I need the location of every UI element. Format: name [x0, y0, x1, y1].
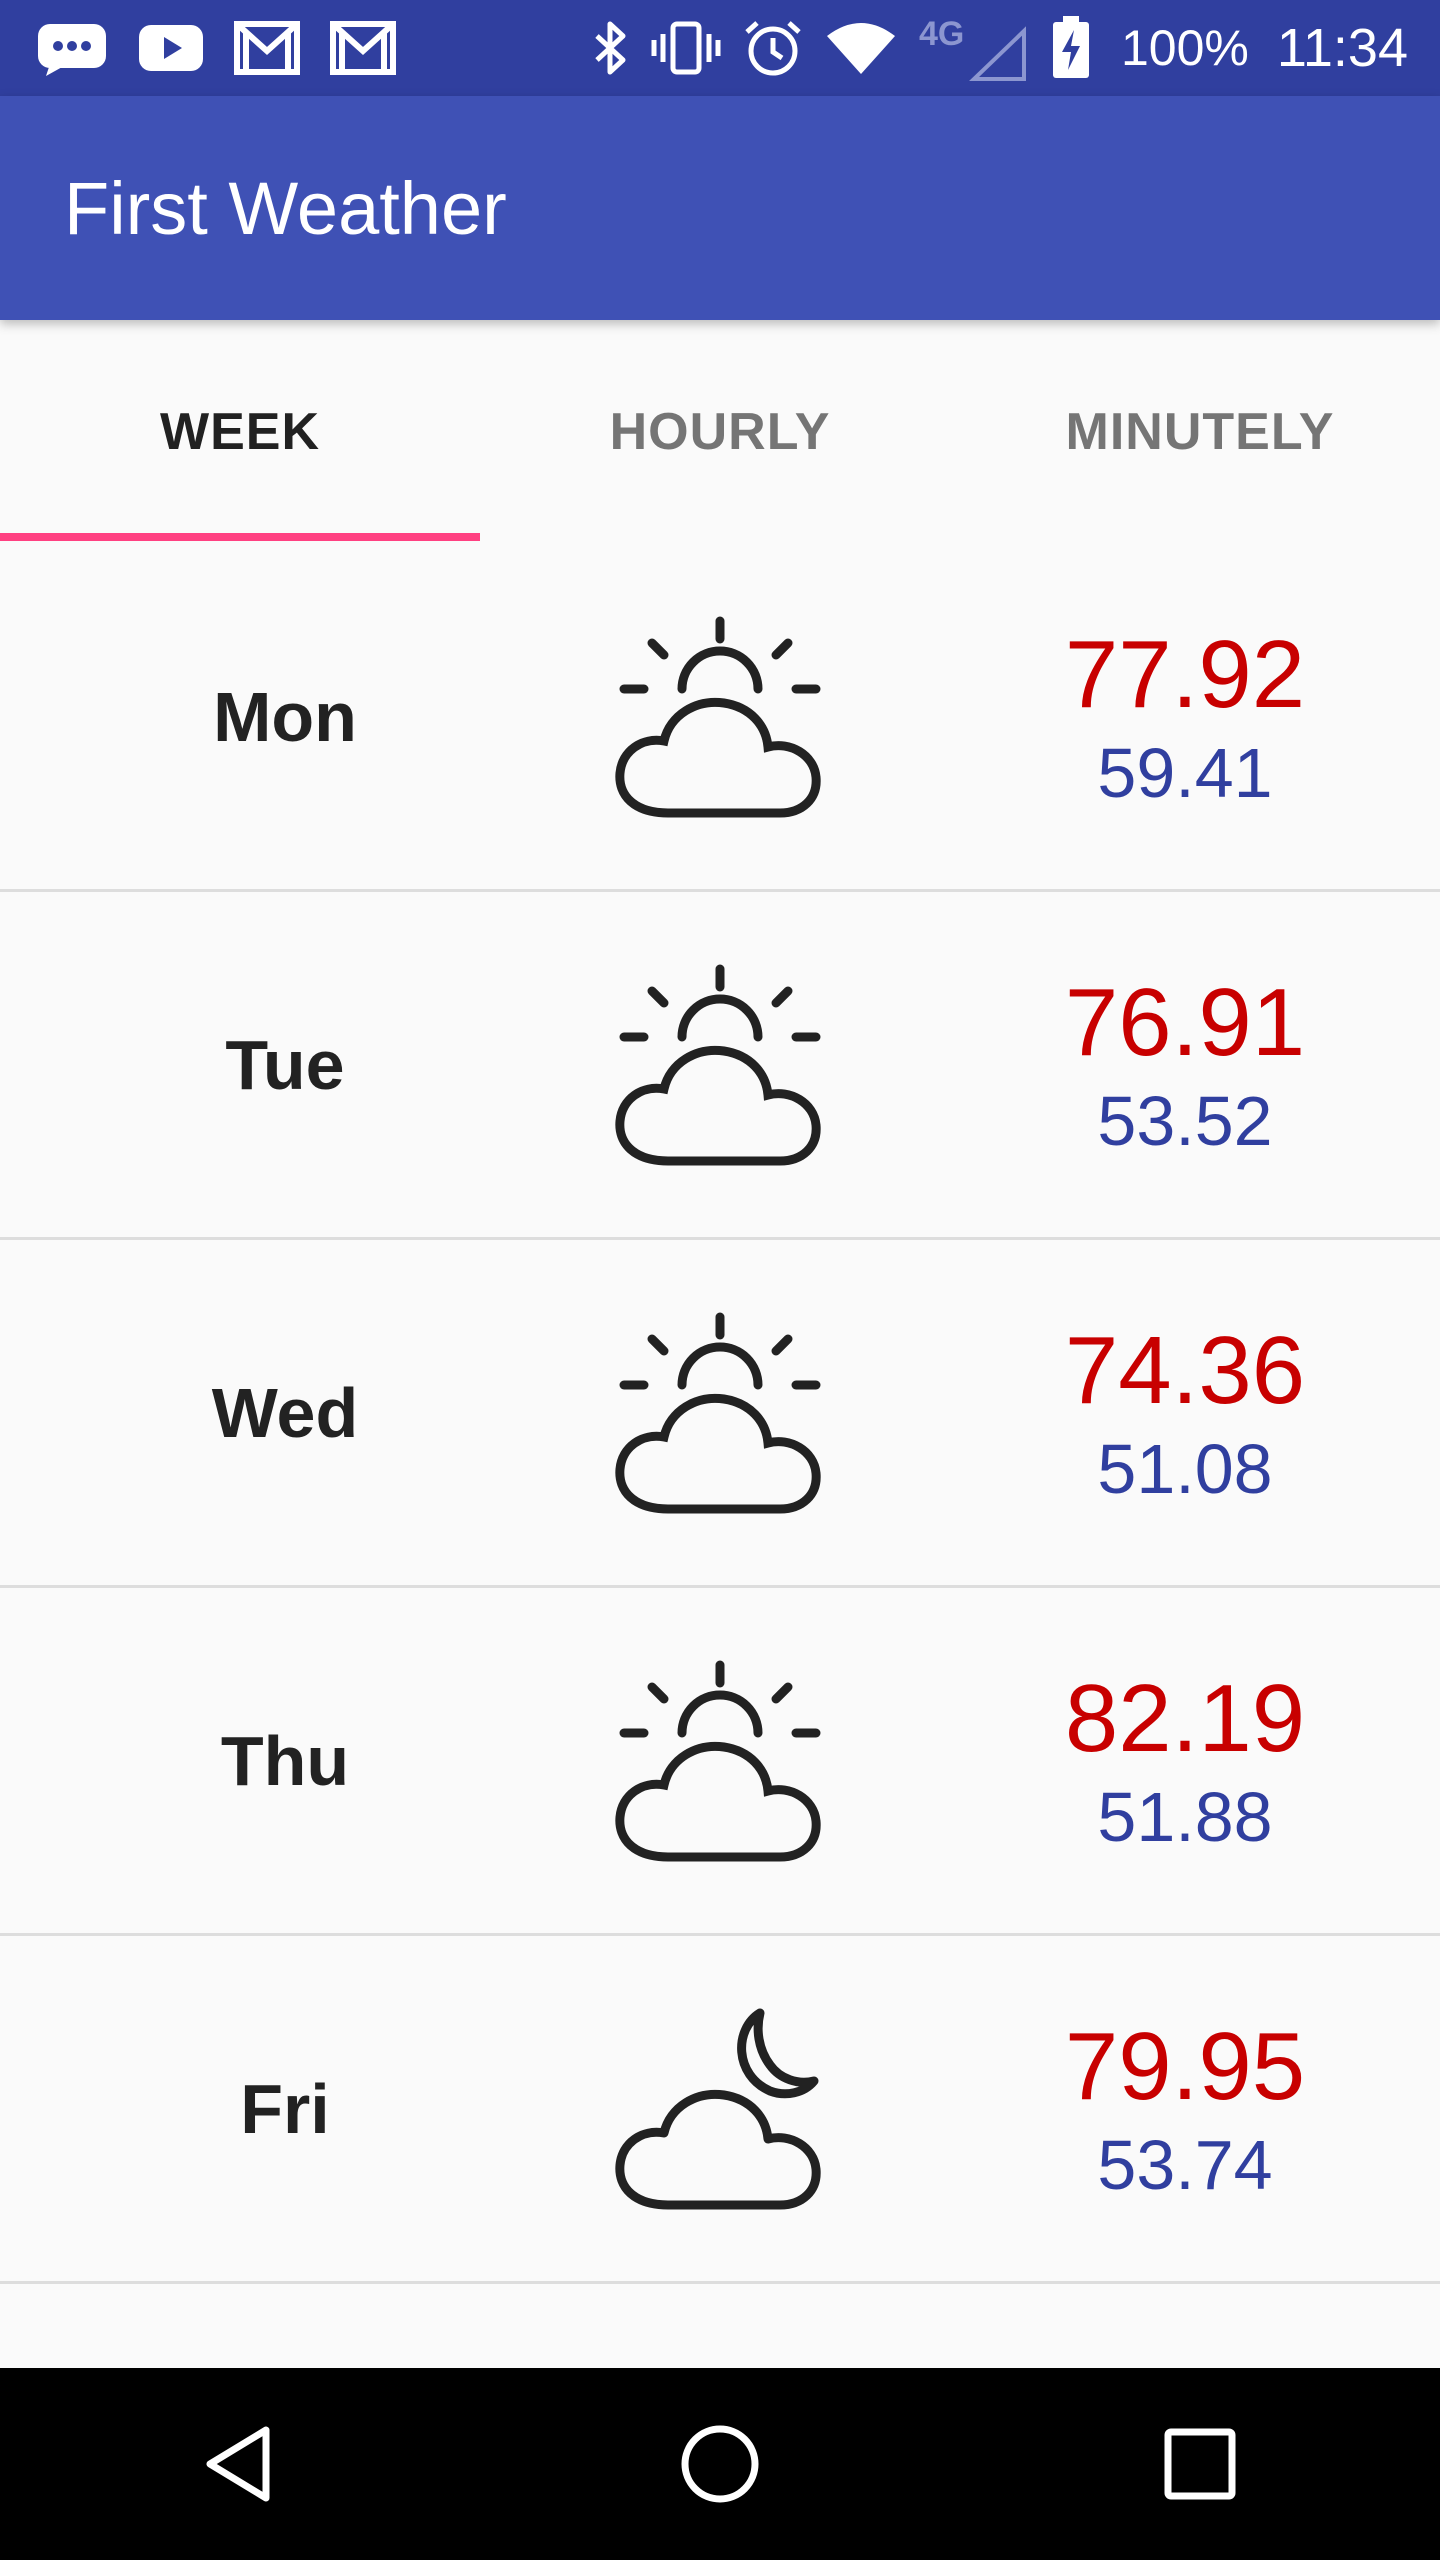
vibrate-icon [651, 20, 721, 76]
alarm-icon [743, 18, 803, 78]
gmail-icon [234, 21, 300, 75]
navigation-bar [0, 2368, 1440, 2560]
tab-indicator [0, 533, 480, 541]
system-icons: 4G 100% 11:34 [593, 13, 1408, 83]
wifi-icon [825, 20, 897, 76]
bluetooth-icon [593, 20, 629, 76]
app-title: First Weather [64, 166, 507, 250]
partly-cloudy-day-icon [615, 964, 821, 1165]
temperature-range: 76.91 53.52 [1000, 967, 1370, 1163]
tab-minutely[interactable]: MINUTELY [960, 320, 1440, 544]
forecast-row-mon[interactable]: Mon 77.92 59.41 [0, 544, 1440, 892]
high-temperature: 76.91 [1064, 968, 1306, 1076]
forecast-list: Mon 77.92 59.41 Tue 76.91 53.52 Wed 74.3… [0, 544, 1440, 2284]
battery-percentage: 100% [1120, 20, 1249, 76]
partly-cloudy-night-icon [615, 2008, 821, 2209]
low-temperature: 51.88 [1097, 1777, 1273, 1856]
battery-charging-icon [1051, 16, 1091, 80]
day-label: Wed [211, 1373, 359, 1452]
home-button[interactable] [620, 2368, 820, 2560]
back-button[interactable] [140, 2368, 340, 2560]
forecast-row-tue[interactable]: Tue 76.91 53.52 [0, 892, 1440, 1240]
partly-cloudy-day-icon [615, 1312, 821, 1513]
day-label: Fri [240, 2069, 330, 2148]
day-label: Thu [220, 1721, 350, 1800]
cellular-signal-icon: 4G [919, 13, 1029, 83]
high-temperature: 82.19 [1064, 1664, 1306, 1772]
day-label: Tue [225, 1025, 345, 1104]
tab-hourly[interactable]: HOURLY [480, 320, 960, 544]
high-temperature: 74.36 [1064, 1316, 1306, 1424]
tab-bar: WEEK HOURLY MINUTELY [0, 320, 1440, 544]
clock: 11:34 [1276, 18, 1408, 78]
low-temperature: 53.74 [1097, 2125, 1273, 2204]
temperature-range: 77.92 59.41 [1000, 619, 1370, 815]
low-temperature: 59.41 [1097, 733, 1273, 812]
app-bar: First Weather [0, 96, 1440, 320]
youtube-icon [138, 23, 204, 73]
notification-icons [36, 20, 426, 76]
home-circle-icon [681, 2425, 759, 2503]
temperature-range: 79.95 53.74 [1000, 2011, 1370, 2207]
recents-button[interactable] [1100, 2368, 1300, 2560]
back-triangle-icon [206, 2426, 270, 2502]
forecast-row-wed[interactable]: Wed 74.36 51.08 [0, 1240, 1440, 1588]
temperature-range: 82.19 51.88 [1000, 1663, 1370, 1859]
chat-bubble-icon [36, 20, 108, 76]
tab-week[interactable]: WEEK [0, 320, 480, 544]
partly-cloudy-day-icon [615, 616, 821, 817]
day-label: Mon [213, 677, 357, 756]
high-temperature: 77.92 [1064, 620, 1306, 728]
high-temperature: 79.95 [1064, 2012, 1306, 2120]
low-temperature: 53.52 [1097, 1081, 1273, 1160]
status-bar: 4G 100% 11:34 [0, 0, 1440, 96]
partly-cloudy-day-icon [615, 1660, 821, 1861]
recents-square-icon [1164, 2428, 1236, 2500]
gmail-icon [330, 21, 396, 75]
forecast-row-thu[interactable]: Thu 82.19 51.88 [0, 1588, 1440, 1936]
low-temperature: 51.08 [1097, 1429, 1273, 1508]
network-type-label: 4G [919, 15, 964, 53]
forecast-row-fri[interactable]: Fri 79.95 53.74 [0, 1936, 1440, 2284]
temperature-range: 74.36 51.08 [1000, 1315, 1370, 1511]
